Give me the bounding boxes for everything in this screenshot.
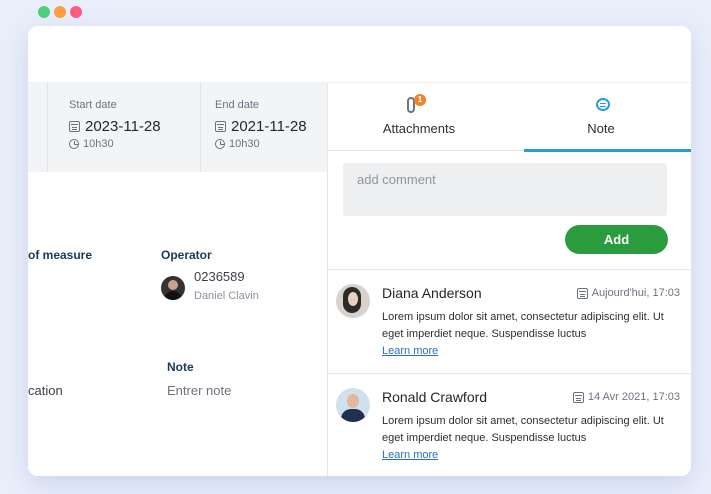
note-input[interactable]: Entrer note xyxy=(167,383,231,398)
avatar xyxy=(336,388,370,422)
side-panel: 1 Attachments Note Add Diana Anderson Au… xyxy=(327,83,691,476)
calendar-icon xyxy=(215,121,226,132)
end-date-block: End date 2021-11-28 10h30 xyxy=(215,99,307,150)
unit-of-measure-label: of measure xyxy=(28,248,93,262)
start-date-label: Start date xyxy=(69,99,117,111)
comment-date-text: 14 Avr 2021, 17:03 xyxy=(587,391,680,403)
tab-bar: 1 Attachments Note xyxy=(328,83,691,152)
top-bar xyxy=(28,26,691,83)
clock-icon xyxy=(215,139,225,149)
end-time-text: 10h30 xyxy=(229,138,260,150)
app-window: Start date 2023-11-28 10h30 End date 202… xyxy=(28,26,691,476)
attachments-count-badge: 1 xyxy=(414,94,426,106)
avatar xyxy=(336,284,370,318)
comment-author: Diana Anderson xyxy=(382,285,482,301)
comment-date: 14 Avr 2021, 17:03 xyxy=(572,391,680,403)
start-date-block: Start date 2023-11-28 10h30 xyxy=(69,99,161,150)
tab-note-label: Note xyxy=(587,121,615,136)
start-time: 10h30 xyxy=(69,138,161,150)
operator-label: Operator xyxy=(161,248,212,262)
date-bar: Start date 2023-11-28 10h30 End date 202… xyxy=(28,83,327,172)
calendar-icon xyxy=(576,287,588,299)
tab-attachments-label: Attachments xyxy=(382,121,456,136)
tab-attachments[interactable]: 1 Attachments xyxy=(328,83,510,151)
comment-item: Diana Anderson Aujourd'hui, 17:03 Lorem … xyxy=(328,269,691,373)
end-date-label: End date xyxy=(215,99,260,111)
comment-input[interactable] xyxy=(343,163,667,216)
location-value: cation xyxy=(28,383,63,398)
comment-text: Lorem ipsum dolor sit amet, consectetur … xyxy=(382,311,664,340)
end-date-text: 2021-11-28 xyxy=(231,118,307,135)
window-controls xyxy=(38,6,82,18)
note-label: Note xyxy=(167,360,194,374)
operator-avatar xyxy=(161,276,185,300)
start-date-value: 2023-11-28 xyxy=(69,118,161,135)
comment-body: Lorem ipsum dolor sit amet, consectetur … xyxy=(382,413,682,464)
active-tab-indicator xyxy=(524,149,691,152)
chat-bubble-icon xyxy=(596,98,610,111)
tab-note[interactable]: Note xyxy=(510,83,691,152)
clock-icon xyxy=(69,139,79,149)
comment-date: Aujourd'hui, 17:03 xyxy=(576,287,680,299)
comment-text: Lorem ipsum dolor sit amet, consectetur … xyxy=(382,415,664,444)
start-date-text: 2023-11-28 xyxy=(85,118,161,135)
comment-author: Ronald Crawford xyxy=(382,389,488,405)
date-divider xyxy=(47,83,48,172)
window-dot-pink[interactable] xyxy=(70,6,82,18)
window-dot-green[interactable] xyxy=(38,6,50,18)
calendar-icon xyxy=(69,121,80,132)
operator-id: 0236589 xyxy=(194,269,245,284)
calendar-icon xyxy=(572,391,584,403)
date-divider xyxy=(200,83,201,172)
window-dot-orange[interactable] xyxy=(54,6,66,18)
add-comment-button[interactable]: Add xyxy=(565,225,668,254)
comment-date-text: Aujourd'hui, 17:03 xyxy=(591,287,680,299)
start-time-text: 10h30 xyxy=(83,138,114,150)
end-time: 10h30 xyxy=(215,138,307,150)
operator-name: Daniel Clavin xyxy=(194,290,259,302)
comment-item: Ronald Crawford 14 Avr 2021, 17:03 Lorem… xyxy=(328,373,691,476)
learn-more-link[interactable]: Learn more xyxy=(382,449,438,461)
detail-panel: Start date 2023-11-28 10h30 End date 202… xyxy=(28,83,327,476)
end-date-value: 2021-11-28 xyxy=(215,118,307,135)
learn-more-link[interactable]: Learn more xyxy=(382,345,438,357)
comment-body: Lorem ipsum dolor sit amet, consectetur … xyxy=(382,309,682,360)
